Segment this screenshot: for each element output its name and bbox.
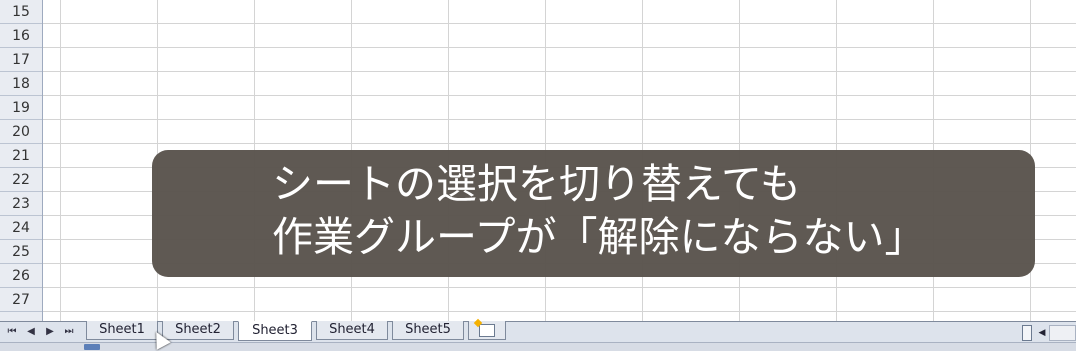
previous-sheet-icon[interactable]: ◀ xyxy=(23,324,39,340)
tab-sheet2[interactable]: Sheet2 xyxy=(162,321,234,340)
insert-worksheet-icon xyxy=(479,324,495,337)
row-header[interactable]: 23 xyxy=(0,192,42,216)
scroll-track[interactable] xyxy=(1049,324,1076,341)
row-headers: 15 16 17 18 19 20 21 22 23 24 25 26 27 xyxy=(0,0,43,323)
tab-navigation: ⏮ ◀ ▶ ⏭ xyxy=(4,324,77,340)
status-view-icon[interactable] xyxy=(84,344,100,350)
tab-sheet5[interactable]: Sheet5 xyxy=(392,321,464,340)
tab-sheet4[interactable]: Sheet4 xyxy=(316,321,388,340)
row-header[interactable]: 27 xyxy=(0,288,42,312)
tab-split-handle[interactable] xyxy=(1022,324,1032,341)
row-header[interactable]: 26 xyxy=(0,264,42,288)
row-header[interactable]: 18 xyxy=(0,72,42,96)
last-sheet-icon[interactable]: ⏭ xyxy=(61,324,77,340)
tab-sheet3[interactable]: Sheet3 xyxy=(238,321,312,341)
row-header[interactable]: 17 xyxy=(0,48,42,72)
caption-line-2: 作業グループが「解除にならない」 xyxy=(272,213,926,261)
horizontal-scrollbar[interactable]: ◀ xyxy=(1022,324,1076,341)
row-header[interactable]: 21 xyxy=(0,144,42,168)
caption-overlay: シートの選択を切り替えても 作業グループが「解除にならない」 xyxy=(152,150,1035,277)
row-header[interactable]: 22 xyxy=(0,168,42,192)
row-header[interactable]: 25 xyxy=(0,240,42,264)
row-header[interactable]: 19 xyxy=(0,96,42,120)
next-sheet-icon[interactable]: ▶ xyxy=(42,324,58,340)
row-header[interactable]: 20 xyxy=(0,120,42,144)
caption-line-1: シートの選択を切り替えても xyxy=(272,160,801,208)
insert-worksheet-button[interactable] xyxy=(468,321,506,340)
row-header[interactable]: 16 xyxy=(0,24,42,48)
row-header[interactable]: 24 xyxy=(0,216,42,240)
tab-sheet1[interactable]: Sheet1 xyxy=(86,321,158,340)
row-header[interactable]: 15 xyxy=(0,0,42,24)
scroll-left-icon[interactable]: ◀ xyxy=(1035,326,1049,340)
first-sheet-icon[interactable]: ⏮ xyxy=(4,324,20,340)
